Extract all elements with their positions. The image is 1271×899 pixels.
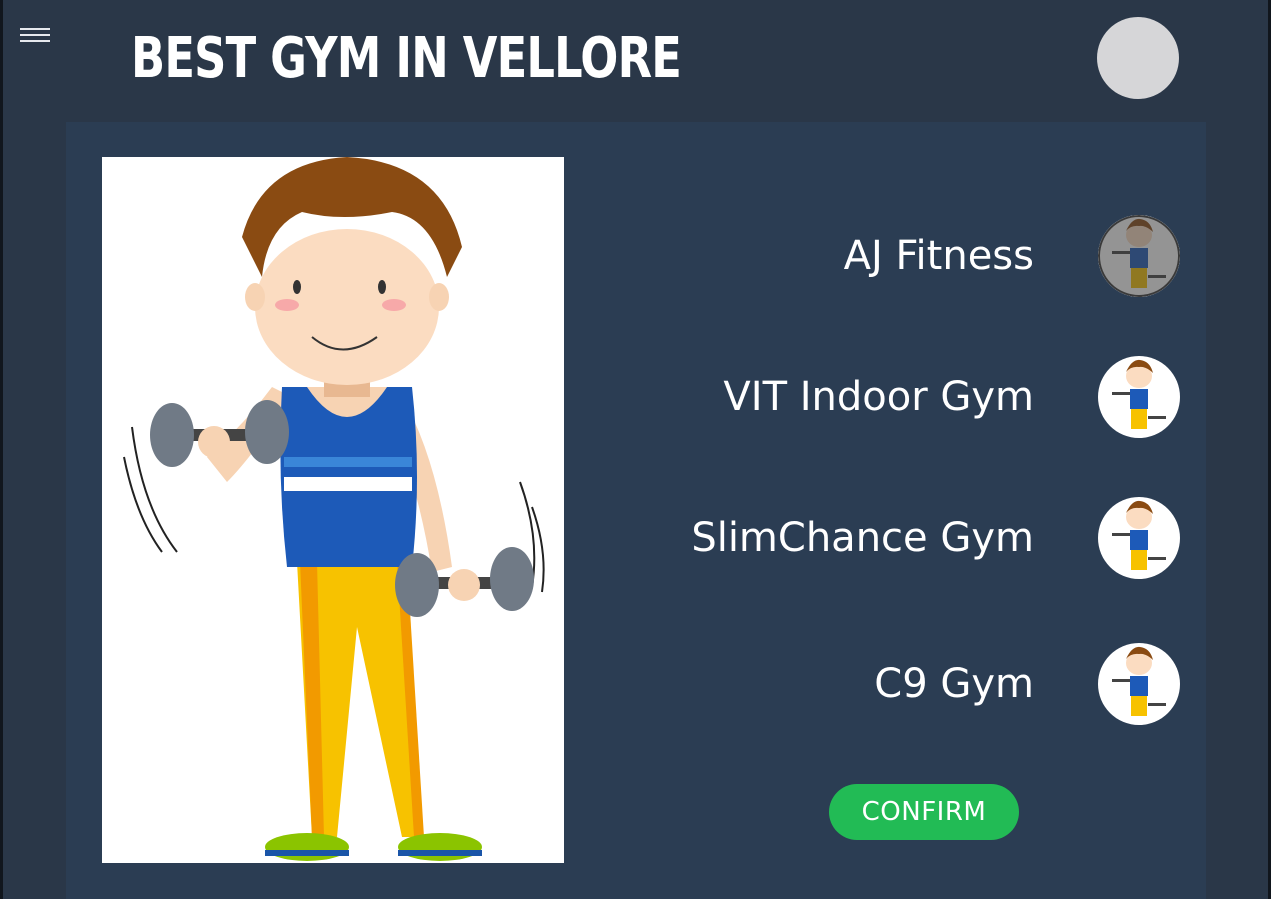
user-avatar[interactable]: [1097, 17, 1179, 99]
window-edge-left: [0, 0, 3, 899]
gym-option-vit-indoor-gym[interactable]: VIT Indoor Gym: [620, 355, 1180, 439]
page-title: BEST GYM IN VELLORE: [131, 26, 682, 91]
gym-name-label[interactable]: VIT Indoor Gym: [723, 374, 1034, 420]
gym-boy-illustration: [123, 157, 545, 861]
gym-option-slimchance-gym[interactable]: SlimChance Gym: [620, 496, 1180, 580]
gym-avatar-icon[interactable]: [1098, 497, 1180, 579]
gym-avatar-icon[interactable]: [1098, 643, 1180, 725]
gym-option-c9-gym[interactable]: C9 Gym: [620, 642, 1180, 726]
hamburger-menu-icon[interactable]: [20, 28, 52, 48]
confirm-button[interactable]: CONFIRM: [829, 784, 1019, 840]
gym-avatar-icon[interactable]: [1098, 215, 1180, 297]
gym-avatar-icon[interactable]: [1098, 356, 1180, 438]
gym-name-label[interactable]: AJ Fitness: [844, 233, 1034, 279]
gym-name-label[interactable]: SlimChance Gym: [691, 515, 1034, 561]
gym-option-aj-fitness[interactable]: AJ Fitness: [620, 214, 1180, 298]
gym-name-label[interactable]: C9 Gym: [874, 661, 1034, 707]
hero-illustration: [102, 157, 564, 863]
